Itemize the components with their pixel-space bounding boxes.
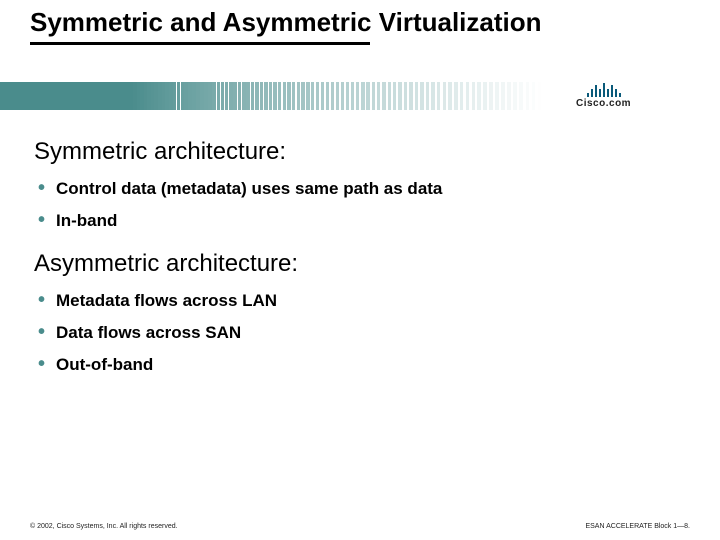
section2-bullets: Metadata flows across LAN Data flows acr…	[34, 290, 690, 376]
slide-title: Symmetric and Asymmetric Virtualization	[30, 8, 690, 38]
slide-ref-text: ESAN ACCELERATE Block 1—8.	[585, 523, 690, 530]
section1-heading: Symmetric architecture:	[34, 138, 690, 166]
brand-bar: Cisco.com	[0, 82, 720, 110]
cisco-bars-icon	[587, 83, 621, 97]
list-item: In-band	[56, 210, 690, 232]
title-underline	[30, 42, 370, 45]
logo-text: Cisco.com	[576, 98, 631, 109]
list-item: Data flows across SAN	[56, 322, 690, 344]
section1-bullets: Control data (metadata) uses same path a…	[34, 178, 690, 232]
cisco-logo: Cisco.com	[576, 83, 631, 109]
bar-ticks	[130, 82, 570, 110]
bar-solid	[0, 82, 130, 110]
title-area: Symmetric and Asymmetric Virtualization	[0, 0, 720, 45]
content-area: Symmetric architecture: Control data (me…	[34, 130, 690, 386]
section2-heading: Asymmetric architecture:	[34, 250, 690, 278]
copyright-text: © 2002, Cisco Systems, Inc. All rights r…	[30, 523, 178, 530]
list-item: Metadata flows across LAN	[56, 290, 690, 312]
logo-area: Cisco.com	[570, 82, 720, 110]
footer: © 2002, Cisco Systems, Inc. All rights r…	[30, 523, 690, 530]
list-item: Out-of-band	[56, 354, 690, 376]
list-item: Control data (metadata) uses same path a…	[56, 178, 690, 200]
